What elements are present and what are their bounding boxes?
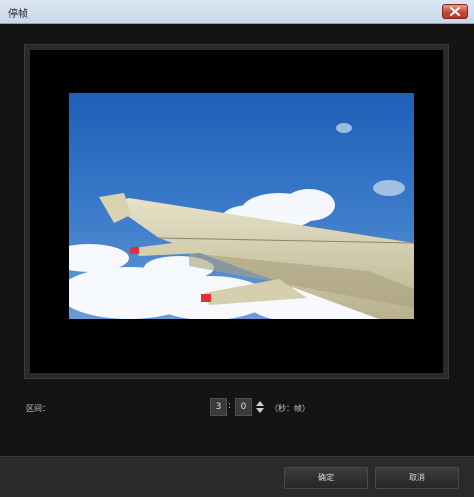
frames-field[interactable]: 0 [235,398,252,416]
title-bar: 停帧 [0,0,474,24]
close-button[interactable] [442,4,468,19]
stepper-down-icon [256,408,264,413]
duration-unit: （秒：帧） [270,404,310,413]
preview-frame [24,44,449,379]
preview-image [69,93,414,319]
cancel-button[interactable]: 取消 [375,467,459,489]
dialog-content: 区间： 3 : 0 （秒：帧） 确定 取消 [0,24,474,497]
interval-label: 区间： [26,404,50,413]
preview-viewer [30,50,443,373]
dialog-footer: 确定 取消 [0,456,474,497]
time-separator: : [228,401,232,411]
ok-button[interactable]: 确定 [284,467,368,489]
duration-stepper[interactable] [254,398,266,416]
window-title: 停帧 [8,9,28,20]
close-icon [450,7,460,16]
seconds-field[interactable]: 3 [210,398,227,416]
stepper-up-icon [256,401,264,406]
